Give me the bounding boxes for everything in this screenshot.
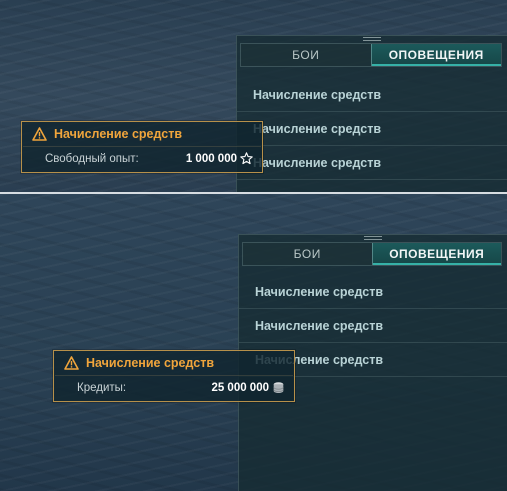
warning-icon — [64, 356, 79, 370]
tab-battles[interactable]: БОИ — [243, 243, 372, 265]
notification-item[interactable]: Начисление средств — [239, 309, 507, 343]
popup-title: Начисление средств — [54, 127, 183, 141]
notification-item[interactable]: Начисление средств — [237, 146, 507, 180]
reward-value: 25 000 000 — [211, 381, 269, 394]
popup-header: Начисление средств — [54, 351, 294, 375]
screenshot-top: БОИ ОПОВЕЩЕНИЯ Начисление средств Начисл… — [0, 0, 507, 194]
tab-notifications[interactable]: ОПОВЕЩЕНИЯ — [371, 243, 501, 265]
popup-header: Начисление средств — [22, 122, 262, 146]
popup-title: Начисление средств — [86, 356, 215, 370]
notification-list: Начисление средств Начисление средств На… — [237, 78, 507, 180]
popup-notification[interactable]: Начисление средств Свободный опыт: 1 000… — [21, 121, 263, 173]
reward-label: Свободный опыт: — [45, 152, 139, 165]
panel-tabs: БОИ ОПОВЕЩЕНИЯ — [242, 242, 502, 266]
credits-icon — [272, 381, 285, 394]
drag-handle[interactable] — [363, 37, 381, 41]
screenshot-bottom: БОИ ОПОВЕЩЕНИЯ Начисление средств Начисл… — [0, 194, 507, 491]
tab-notifications[interactable]: ОПОВЕЩЕНИЯ — [370, 44, 501, 66]
notification-item[interactable]: Начисление средств — [237, 78, 507, 112]
notification-item[interactable]: Начисление средств — [239, 275, 507, 309]
notification-item[interactable]: Начисление средств — [237, 112, 507, 146]
warning-icon — [32, 127, 47, 141]
popup-body: Свободный опыт: 1 000 000 — [23, 146, 261, 170]
popup-notification[interactable]: Начисление средств Кредиты: 25 000 000 — [53, 350, 295, 402]
notifications-panel: БОИ ОПОВЕЩЕНИЯ Начисление средств Начисл… — [236, 35, 507, 194]
drag-handle[interactable] — [364, 236, 382, 240]
tab-battles[interactable]: БОИ — [241, 44, 371, 66]
star-icon — [240, 152, 253, 165]
reward-value: 1 000 000 — [185, 152, 237, 165]
panel-tabs: БОИ ОПОВЕЩЕНИЯ — [240, 43, 502, 67]
reward-label: Кредиты: — [77, 381, 127, 394]
popup-body: Кредиты: 25 000 000 — [55, 375, 293, 399]
